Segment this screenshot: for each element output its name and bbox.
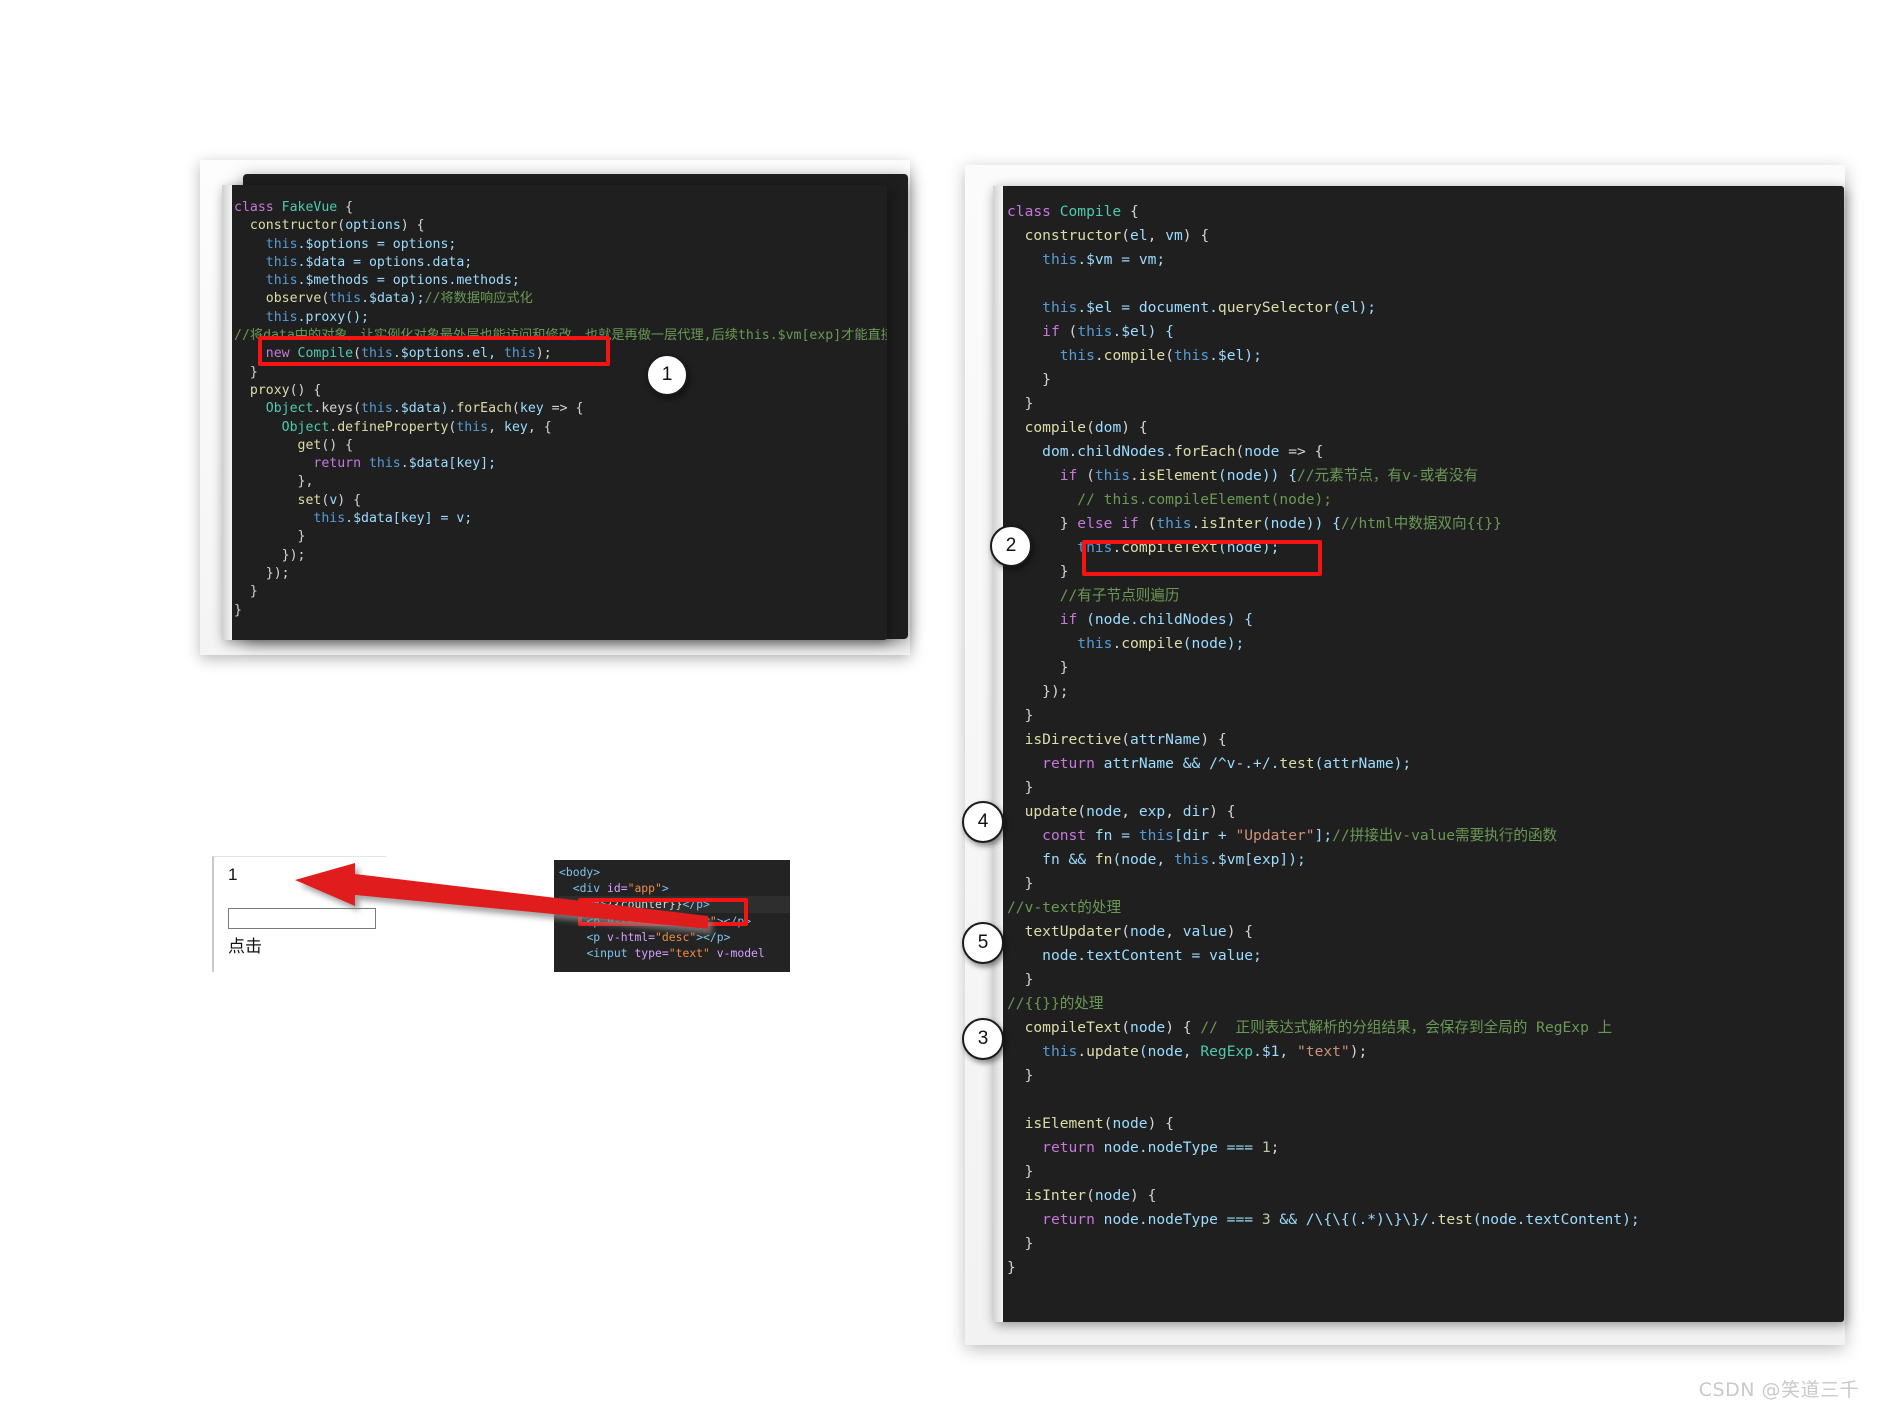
browser-counter-text: 1 xyxy=(228,865,238,884)
left-code-panel[interactable]: class FakeVue { constructor(options) { t… xyxy=(222,185,887,640)
marker-3[interactable]: 3 xyxy=(962,1018,1004,1060)
marker-1[interactable]: 1 xyxy=(646,354,688,396)
compile-code-block: class Compile { constructor(el, vm) { th… xyxy=(1007,203,1640,1276)
fakevue-code-block: class FakeVue { constructor(options) { t… xyxy=(234,200,887,618)
marker-4[interactable]: 4 xyxy=(962,801,1004,843)
annotation-arrow xyxy=(295,863,708,929)
right-code-panel[interactable]: class Compile { constructor(el, vm) { th… xyxy=(993,186,1844,1322)
csdn-watermark: CSDN @笑道三千 xyxy=(1698,1379,1859,1401)
marker-5[interactable]: 5 xyxy=(962,922,1004,964)
left-code-gutter xyxy=(222,185,232,640)
right-code-gutter xyxy=(993,186,1003,1322)
marker-2[interactable]: 2 xyxy=(990,525,1032,567)
